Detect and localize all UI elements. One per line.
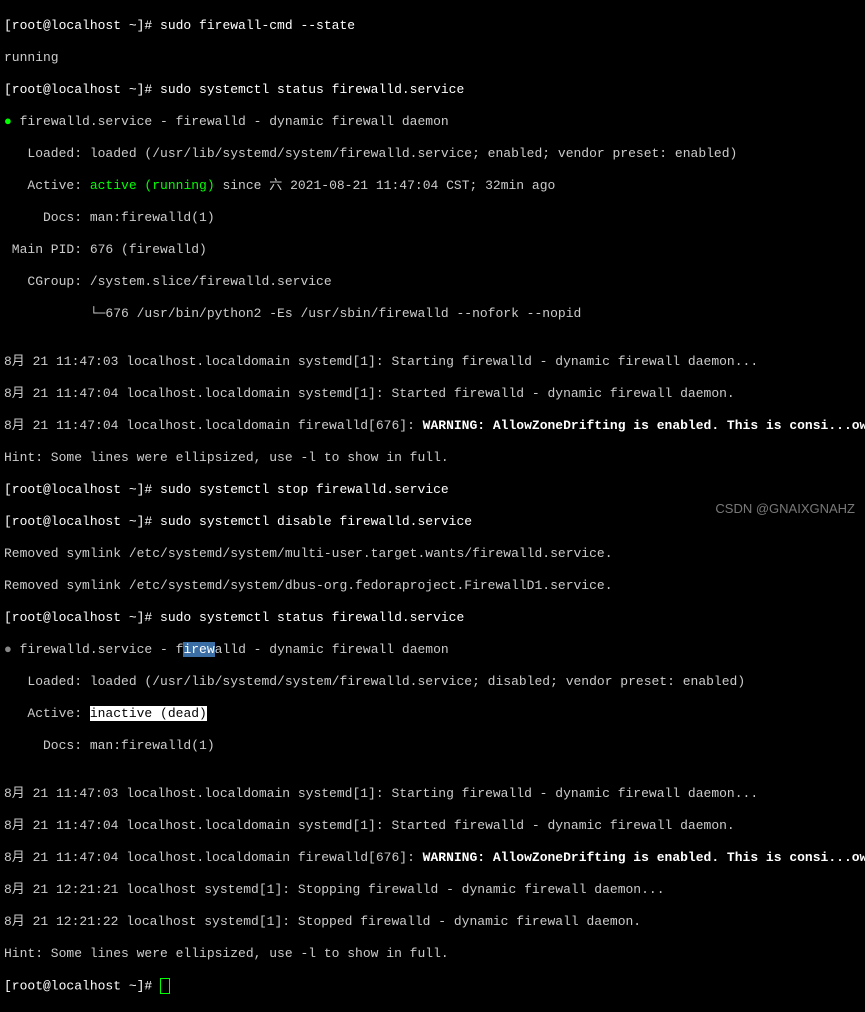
cgroup-child: └─676 /usr/bin/python2 -Es /usr/sbin/fir… (4, 306, 861, 322)
hint-line: Hint: Some lines were ellipsized, use -l… (4, 450, 861, 466)
loaded-line: Loaded: loaded (/usr/lib/systemd/system/… (4, 674, 861, 690)
cgroup-line: CGroup: /system.slice/firewalld.service (4, 274, 861, 290)
line: [root@localhost ~]# sudo systemctl stop … (4, 482, 861, 498)
cmd-status2: sudo systemctl status firewalld.service (160, 610, 464, 625)
prompt: [root@localhost ~]# (4, 610, 160, 625)
line: [root@localhost ~]# sudo firewall-cmd --… (4, 18, 861, 34)
log-line: 8月 21 11:47:03 localhost.localdomain sys… (4, 354, 861, 370)
line: [root@localhost ~]# sudo systemctl statu… (4, 82, 861, 98)
svc-header: ● firewalld.service - firewalld - dynami… (4, 642, 861, 658)
log-line: 8月 21 12:21:21 localhost systemd[1]: Sto… (4, 882, 861, 898)
log-line: 8月 21 12:21:22 localhost systemd[1]: Sto… (4, 914, 861, 930)
text-selection: irew (183, 642, 214, 657)
prompt: [root@localhost ~]# (4, 82, 160, 97)
output-running: running (4, 50, 861, 66)
removed-line: Removed symlink /etc/systemd/system/mult… (4, 546, 861, 562)
prompt: [root@localhost ~]# (4, 482, 160, 497)
prompt: [root@localhost ~]# (4, 18, 160, 33)
line: [root@localhost ~]# (4, 978, 861, 994)
docs-line: Docs: man:firewalld(1) (4, 738, 861, 754)
active-line: Active: inactive (dead) (4, 706, 861, 722)
cmd-disable: sudo systemctl disable firewalld.service (160, 514, 472, 529)
removed-line: Removed symlink /etc/systemd/system/dbus… (4, 578, 861, 594)
bullet-icon: ● (4, 642, 12, 657)
docs-line: Docs: man:firewalld(1) (4, 210, 861, 226)
log-line: 8月 21 11:47:04 localhost.localdomain sys… (4, 386, 861, 402)
status-inactive: inactive (dead) (90, 706, 207, 721)
prompt: [root@localhost ~]# (4, 514, 160, 529)
cursor-icon (160, 978, 170, 994)
svc-header: ● firewalld.service - firewalld - dynami… (4, 114, 861, 130)
log-line: 8月 21 11:47:04 localhost.localdomain sys… (4, 818, 861, 834)
active-line: Active: active (running) since 六 2021-08… (4, 178, 861, 194)
cmd-status1: sudo systemctl status firewalld.service (160, 82, 464, 97)
cmd-stop: sudo systemctl stop firewalld.service (160, 482, 449, 497)
bullet-icon: ● (4, 114, 12, 129)
cmd-state: sudo firewall-cmd --state (160, 18, 355, 33)
hint-line: Hint: Some lines were ellipsized, use -l… (4, 946, 861, 962)
prompt: [root@localhost ~]# (4, 978, 160, 993)
watermark: CSDN @GNAIXGNAHZ (715, 501, 855, 517)
line: [root@localhost ~]# sudo systemctl statu… (4, 610, 861, 626)
log-warning: 8月 21 11:47:04 localhost.localdomain fir… (4, 418, 861, 434)
mainpid-line: Main PID: 676 (firewalld) (4, 242, 861, 258)
log-warning: 8月 21 11:47:04 localhost.localdomain fir… (4, 850, 861, 866)
status-active: active (running) (90, 178, 215, 193)
loaded-line: Loaded: loaded (/usr/lib/systemd/system/… (4, 146, 861, 162)
log-line: 8月 21 11:47:03 localhost.localdomain sys… (4, 786, 861, 802)
